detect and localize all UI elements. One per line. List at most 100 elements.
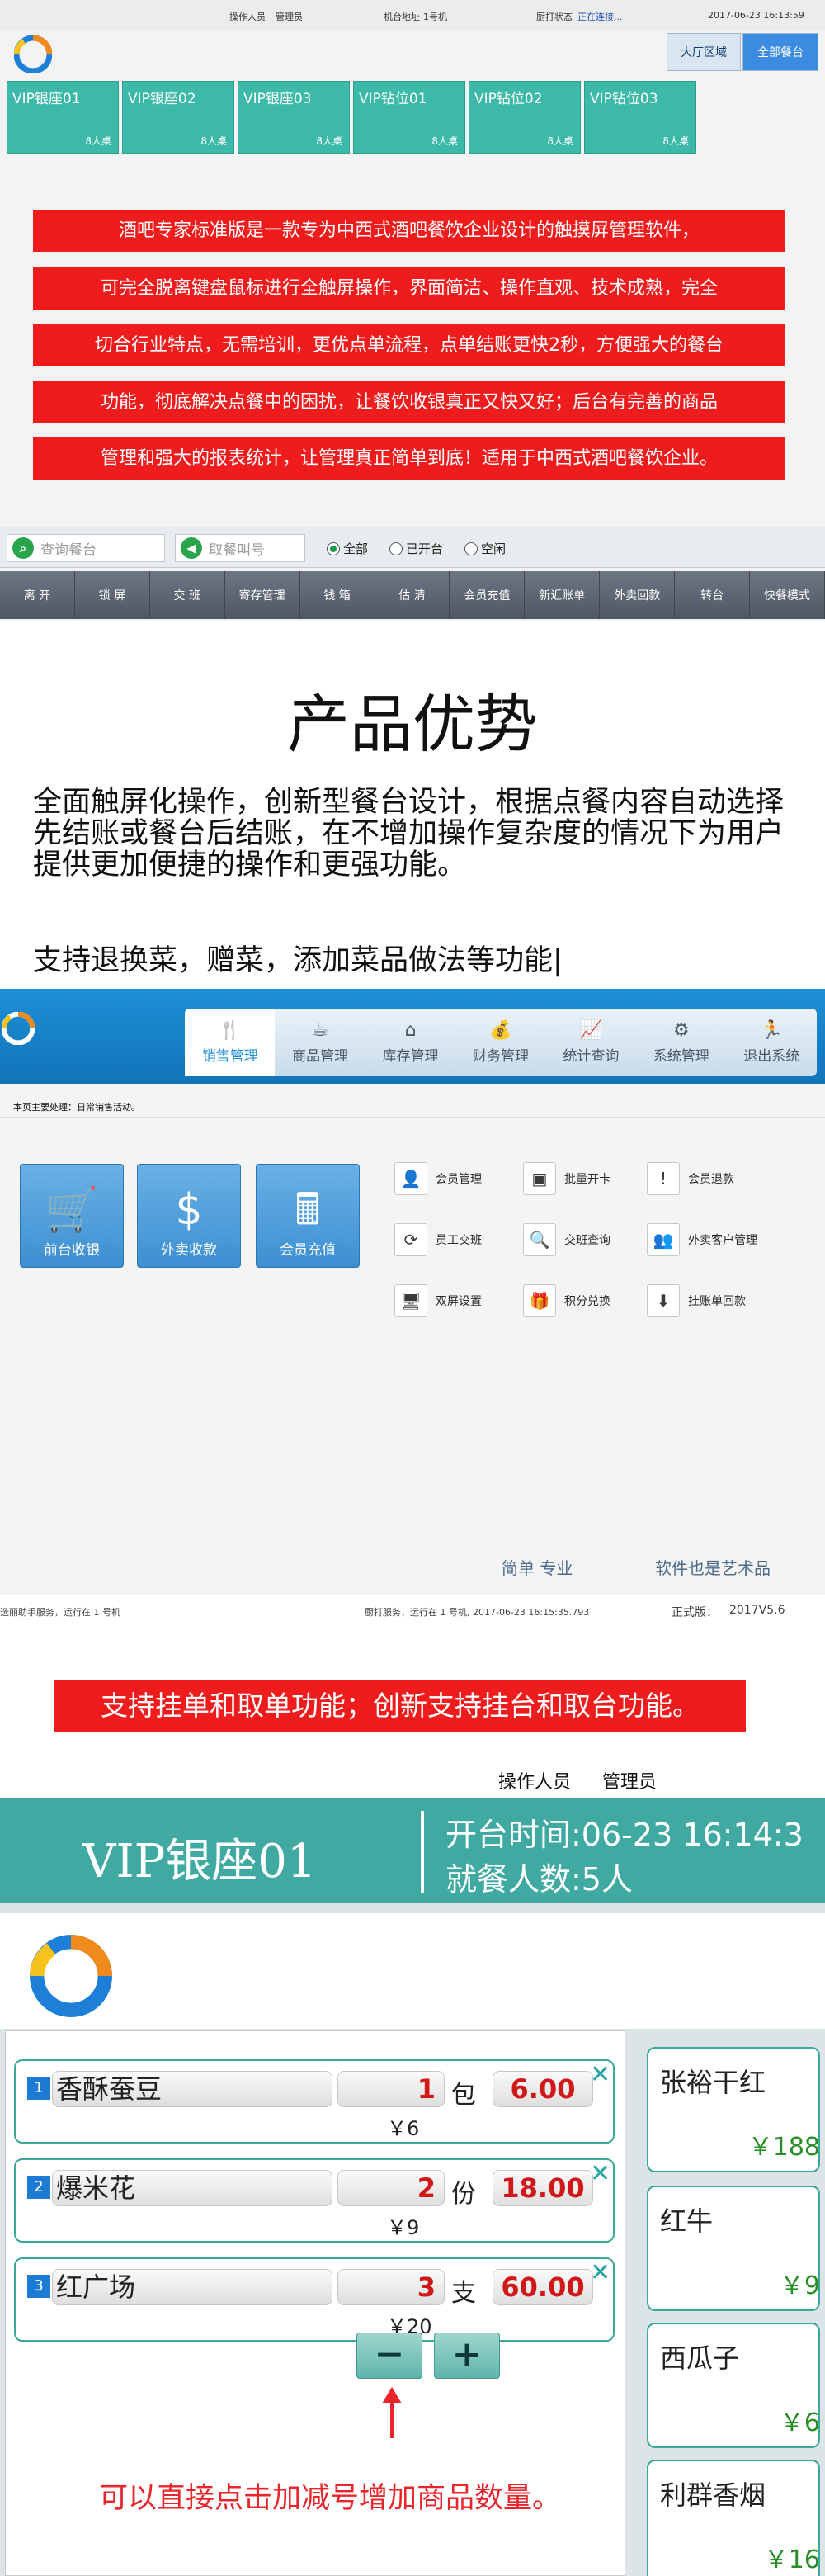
filter-free[interactable]: 空闲 xyxy=(464,540,506,557)
menu-label: 库存管理 xyxy=(382,1048,439,1065)
item-label: 员工交班 xyxy=(436,1234,482,1247)
app-logo xyxy=(0,1010,36,1047)
cards-icon: ▣ xyxy=(523,1162,556,1195)
plus-button[interactable]: + xyxy=(434,2333,500,2379)
menu-label: 销售管理 xyxy=(201,1048,258,1065)
item-label: 交班查询 xyxy=(564,1234,610,1247)
table-card[interactable]: VIP钻位02 8人桌 xyxy=(469,81,581,154)
menu-label: 退出系统 xyxy=(743,1048,800,1065)
dual-screen-item[interactable]: 🖥 双屏设置 xyxy=(394,1284,482,1317)
item-quantity[interactable]: 1 xyxy=(337,2071,445,2107)
item-price[interactable]: 18.00 xyxy=(493,2170,593,2206)
menu-sales[interactable]: 🍴 销售管理 xyxy=(185,1009,276,1076)
item-label: 会员退款 xyxy=(688,1173,734,1186)
filter-opened[interactable]: 已开台 xyxy=(389,540,443,557)
menu-system[interactable]: ⚙ 系统管理 xyxy=(636,1009,726,1076)
order-item[interactable]: 3 红广场 3 支 60.00 ￥20 ✕ xyxy=(14,2257,615,2342)
divider xyxy=(421,1811,424,1893)
delivery-receipt-button[interactable]: $ 外卖收款 xyxy=(137,1164,241,1268)
close-icon[interactable]: ✕ xyxy=(590,2162,610,2186)
menu-label: 财务管理 xyxy=(472,1048,529,1065)
fast-food-mode-button[interactable]: 快餐模式 xyxy=(750,571,825,619)
item-label: 积分兑换 xyxy=(564,1295,610,1308)
item-name: 香酥蚕豆 xyxy=(52,2071,332,2107)
filter-all[interactable]: 全部 xyxy=(327,540,368,557)
table-card[interactable]: VIP钻位03 8人桌 xyxy=(584,81,696,154)
promo-line: 可完全脱离键盘鼠标进行全触屏操作，界面简洁、操作直观、技术成熟，完全 xyxy=(33,267,785,310)
status-bar: 操作人员 管理员 机台地址 1号机 厨打状态 正在连接... 2017-06-2… xyxy=(0,0,825,30)
lock-screen-button[interactable]: 锁 屏 xyxy=(74,571,150,619)
storage-button[interactable]: 寄存管理 xyxy=(224,571,300,619)
item-price[interactable]: 60.00 xyxy=(493,2269,593,2305)
order-screen: 操作人员 管理员 VIP银座01 开台时间:06-23 16:14:3 就餐人数… xyxy=(0,1756,825,2576)
table-filter: 全部 已开台 空闲 xyxy=(327,540,506,557)
operator-value: 管理员 xyxy=(602,1772,658,1793)
item-quantity[interactable]: 2 xyxy=(337,2170,445,2206)
tab-all-tables[interactable]: 全部餐台 xyxy=(742,33,818,71)
staff-shift-item[interactable]: ⟳ 员工交班 xyxy=(394,1223,482,1256)
product-card[interactable]: 西瓜子 ￥6 xyxy=(647,2323,820,2448)
leave-button[interactable]: 离 开 xyxy=(0,571,75,619)
table-card[interactable]: VIP银座02 8人桌 xyxy=(122,81,234,154)
filter-label: 空闲 xyxy=(481,541,507,556)
delivery-payment-button[interactable]: 外卖回款 xyxy=(600,571,676,619)
order-item[interactable]: 2 爆米花 2 份 18.00 ￥9 ✕ xyxy=(14,2158,615,2243)
menu-finance[interactable]: 💰 财务管理 xyxy=(455,1009,545,1076)
call-number-placeholder: 取餐叫号 xyxy=(209,541,265,559)
search-bar: ⌕ 查询餐台 ◀ 取餐叫号 全部 已开台 空闲 xyxy=(0,527,825,568)
shift-query-item[interactable]: 🔍 交班查询 xyxy=(523,1223,610,1256)
item-label: 挂账单回款 xyxy=(688,1295,746,1308)
menu-label: 商品管理 xyxy=(292,1048,349,1065)
radio-icon xyxy=(464,541,478,555)
credit-repayment-item[interactable]: ⬇ 挂账单回款 xyxy=(647,1284,746,1317)
table-header: VIP银座01 开台时间:06-23 16:14:3 就餐人数:5人 xyxy=(0,1798,825,1903)
diner-count: 就餐人数:5人 xyxy=(446,1861,633,1898)
product-card[interactable]: 红牛 ￥9 xyxy=(647,2186,820,2311)
table-card[interactable]: VIP银座03 8人桌 xyxy=(238,81,350,154)
member-recharge-button[interactable]: 会员充值 xyxy=(450,571,526,619)
house-icon: ⌂ xyxy=(404,1020,417,1041)
product-card[interactable]: 利群香烟 ￥16 xyxy=(647,2460,820,2576)
cash-drawer-button[interactable]: 钱 箱 xyxy=(299,571,375,619)
item-price[interactable]: 6.00 xyxy=(493,2071,593,2107)
radio-icon xyxy=(389,541,403,555)
shift-handover-button[interactable]: 交 班 xyxy=(149,571,225,619)
order-item[interactable]: 1 香酥蚕豆 1 包 6.00 ￥6 ✕ xyxy=(14,2059,615,2144)
item-quantity[interactable]: 3 xyxy=(337,2269,445,2305)
delivery-customers-item[interactable]: 👥 外卖客户管理 xyxy=(647,1223,757,1256)
close-icon[interactable]: ✕ xyxy=(590,2063,610,2087)
kitchen-status-link[interactable]: 正在连接... xyxy=(578,10,623,23)
item-unit: 支 xyxy=(451,2279,476,2308)
backoffice-footer: 选丽助手服务，运行在 1 号机 厨打服务，运行在 1 号机, 2017-06-2… xyxy=(0,1595,825,1626)
table-card[interactable]: VIP钻位01 8人桌 xyxy=(353,81,465,154)
table-name: VIP银座01 xyxy=(12,91,81,107)
recent-bills-button[interactable]: 新近账单 xyxy=(525,571,601,619)
table-card[interactable]: VIP银座01 8人桌 xyxy=(7,81,119,154)
call-number-input[interactable]: ◀ 取餐叫号 xyxy=(175,534,305,562)
member-refund-item[interactable]: ! 会员退款 xyxy=(647,1162,734,1195)
tab-hall-area[interactable]: 大厅区域 xyxy=(667,33,741,71)
member-management-item[interactable]: 👤 会员管理 xyxy=(394,1162,482,1195)
exclamation-icon: ! xyxy=(647,1162,680,1195)
estimate-clear-button[interactable]: 估 清 xyxy=(375,571,450,619)
arrow-shaft xyxy=(390,2394,394,2438)
batch-card-item[interactable]: ▣ 批量开卡 xyxy=(523,1162,610,1195)
menu-statistics[interactable]: 📈 统计查询 xyxy=(546,1009,636,1076)
product-name: 红牛 xyxy=(660,2205,714,2237)
front-cashier-button[interactable]: 🛒 前台收银 xyxy=(20,1164,124,1268)
close-icon[interactable]: ✕ xyxy=(590,2261,610,2285)
menu-exit[interactable]: 🏃 退出系统 xyxy=(727,1009,817,1076)
points-exchange-item[interactable]: 🎁 积分兑换 xyxy=(523,1284,610,1317)
table-name: VIP银座03 xyxy=(243,91,312,107)
slogan-left: 简单 专业 xyxy=(502,1558,573,1578)
table-grid: VIP银座01 8人桌 VIP银座02 8人桌 VIP银座03 8人桌 VIP钻位01… xyxy=(7,81,696,154)
minus-button[interactable]: − xyxy=(356,2333,422,2379)
version-value: 2017V5.6 xyxy=(729,1604,785,1617)
menu-inventory[interactable]: ⌂ 库存管理 xyxy=(365,1009,455,1076)
member-recharge-button[interactable]: 🖩 会员充值 xyxy=(256,1164,360,1268)
table-search-input[interactable]: ⌕ 查询餐台 xyxy=(7,534,165,562)
item-number: 1 xyxy=(27,2077,50,2100)
transfer-table-button[interactable]: 转台 xyxy=(675,571,751,619)
menu-goods[interactable]: ☕ 商品管理 xyxy=(275,1009,365,1076)
product-card[interactable]: 张裕干红 ￥188 xyxy=(647,2047,820,2172)
